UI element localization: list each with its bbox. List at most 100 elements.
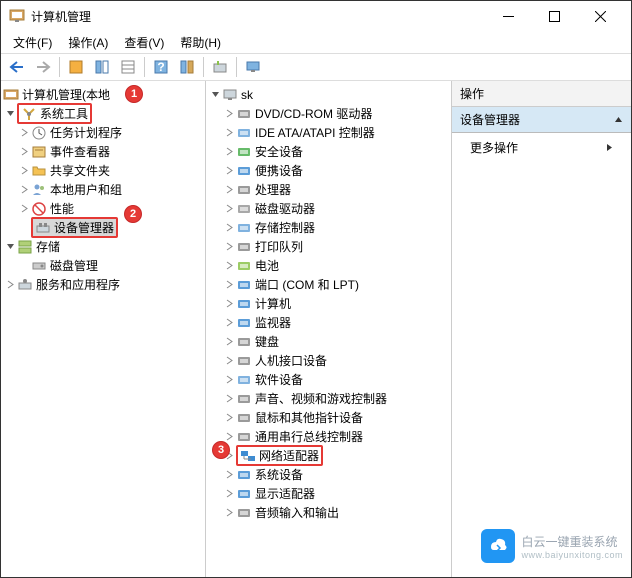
tree-event-viewer[interactable]: 事件查看器	[3, 142, 203, 161]
device-category[interactable]: 监视器	[208, 313, 449, 332]
chevron-right-icon[interactable]	[222, 221, 236, 235]
menu-file[interactable]: 文件(F)	[7, 32, 58, 53]
close-button[interactable]	[577, 1, 623, 31]
tool-view3[interactable]	[175, 56, 199, 78]
device-category[interactable]: 网络适配器	[208, 446, 449, 465]
device-tree: sk DVD/CD-ROM 驱动器 IDE ATA/ATAPI 控制器 安全设备…	[206, 81, 451, 526]
chevron-right-icon[interactable]	[222, 354, 236, 368]
maximize-button[interactable]	[531, 1, 577, 31]
callout-3: 3	[212, 441, 230, 459]
tree-services-apps[interactable]: 服务和应用程序	[3, 275, 203, 294]
tree-local-users[interactable]: 本地用户和组	[3, 180, 203, 199]
device-label: 人机接口设备	[255, 352, 327, 369]
system-icon	[236, 467, 252, 483]
device-label: 键盘	[255, 333, 279, 350]
chevron-right-icon[interactable]	[17, 145, 31, 159]
menu-view[interactable]: 查看(V)	[118, 32, 170, 53]
device-category[interactable]: 声音、视频和游戏控制器	[208, 389, 449, 408]
device-category[interactable]: 存储控制器	[208, 218, 449, 237]
chevron-down-icon[interactable]	[208, 88, 222, 102]
tree-label: 性能	[50, 200, 74, 217]
chevron-right-icon[interactable]	[222, 335, 236, 349]
chevron-right-icon[interactable]	[17, 164, 31, 178]
device-category[interactable]: 计算机	[208, 294, 449, 313]
device-label: 显示适配器	[255, 485, 315, 502]
device-category[interactable]: 软件设备	[208, 370, 449, 389]
tree-root[interactable]: 计算机管理(本地	[3, 85, 203, 104]
actions-section[interactable]: 设备管理器	[452, 107, 631, 133]
chevron-right-icon[interactable]	[222, 392, 236, 406]
chevron-right-icon[interactable]	[222, 240, 236, 254]
tree-system-tools[interactable]: 系统工具	[3, 104, 203, 123]
chevron-right-icon[interactable]	[17, 126, 31, 140]
chevron-right-icon[interactable]	[17, 183, 31, 197]
chevron-down-icon[interactable]	[3, 240, 17, 254]
tree-performance[interactable]: 性能	[3, 199, 203, 218]
tree-shared-folders[interactable]: 共享文件夹	[3, 161, 203, 180]
chevron-right-icon[interactable]	[3, 278, 17, 292]
tool-properties[interactable]	[64, 56, 88, 78]
device-category[interactable]: 通用串行总线控制器	[208, 427, 449, 446]
computer-mgmt-icon	[3, 87, 19, 103]
tree-label: 计算机管理(本地	[22, 86, 110, 103]
chevron-right-icon[interactable]	[222, 373, 236, 387]
device-category[interactable]: 人机接口设备	[208, 351, 449, 370]
tree-label: 任务计划程序	[50, 124, 122, 141]
chevron-right-icon[interactable]	[222, 278, 236, 292]
more-actions-link[interactable]: 更多操作	[452, 133, 631, 162]
tree-device-manager[interactable]: 设备管理器	[3, 218, 203, 237]
device-category[interactable]: 鼠标和其他指针设备	[208, 408, 449, 427]
chevron-right-icon[interactable]	[222, 506, 236, 520]
chevron-right-icon[interactable]	[17, 202, 31, 216]
tool-view2[interactable]	[116, 56, 140, 78]
device-category[interactable]: IDE ATA/ATAPI 控制器	[208, 123, 449, 142]
device-category[interactable]: 系统设备	[208, 465, 449, 484]
chevron-right-icon[interactable]	[222, 164, 236, 178]
chevron-right-icon[interactable]	[222, 468, 236, 482]
tool-monitor[interactable]	[241, 56, 265, 78]
device-root[interactable]: sk	[208, 85, 449, 104]
tool-scan[interactable]	[208, 56, 232, 78]
cpu-icon	[236, 182, 252, 198]
chevron-right-icon[interactable]	[222, 259, 236, 273]
menu-action[interactable]: 操作(A)	[62, 32, 114, 53]
chevron-right-icon[interactable]	[222, 145, 236, 159]
device-category[interactable]: 电池	[208, 256, 449, 275]
device-label: 鼠标和其他指针设备	[255, 409, 363, 426]
menu-help[interactable]: 帮助(H)	[174, 32, 227, 53]
tool-help[interactable]: ?	[149, 56, 173, 78]
toolbar-separator	[59, 57, 60, 77]
chevron-down-icon[interactable]	[3, 107, 17, 121]
chevron-right-icon[interactable]	[222, 487, 236, 501]
chevron-right-icon[interactable]	[222, 126, 236, 140]
minimize-button[interactable]	[485, 1, 531, 31]
device-category[interactable]: 处理器	[208, 180, 449, 199]
back-button[interactable]	[5, 56, 29, 78]
tree-task-scheduler[interactable]: 任务计划程序	[3, 123, 203, 142]
dvd-icon	[236, 106, 252, 122]
chevron-right-icon[interactable]	[222, 411, 236, 425]
toolbar-separator	[203, 57, 204, 77]
device-category[interactable]: 打印队列	[208, 237, 449, 256]
tree-storage[interactable]: 存储	[3, 237, 203, 256]
chevron-right-icon[interactable]	[222, 107, 236, 121]
tool-view1[interactable]	[90, 56, 114, 78]
tree-disk-management[interactable]: 磁盘管理	[3, 256, 203, 275]
software-icon	[236, 372, 252, 388]
device-category[interactable]: 端口 (COM 和 LPT)	[208, 275, 449, 294]
chevron-right-icon[interactable]	[222, 316, 236, 330]
chevron-right-icon[interactable]	[222, 183, 236, 197]
device-category[interactable]: 安全设备	[208, 142, 449, 161]
device-category[interactable]: DVD/CD-ROM 驱动器	[208, 104, 449, 123]
device-category[interactable]: 便携设备	[208, 161, 449, 180]
device-category[interactable]: 磁盘驱动器	[208, 199, 449, 218]
device-category[interactable]: 显示适配器	[208, 484, 449, 503]
device-category[interactable]: 音频输入和输出	[208, 503, 449, 522]
forward-button[interactable]	[31, 56, 55, 78]
device-category[interactable]: 键盘	[208, 332, 449, 351]
chevron-right-icon[interactable]	[222, 297, 236, 311]
window-controls	[485, 1, 623, 31]
print-icon	[236, 239, 252, 255]
toolbar-separator	[236, 57, 237, 77]
chevron-right-icon[interactable]	[222, 202, 236, 216]
